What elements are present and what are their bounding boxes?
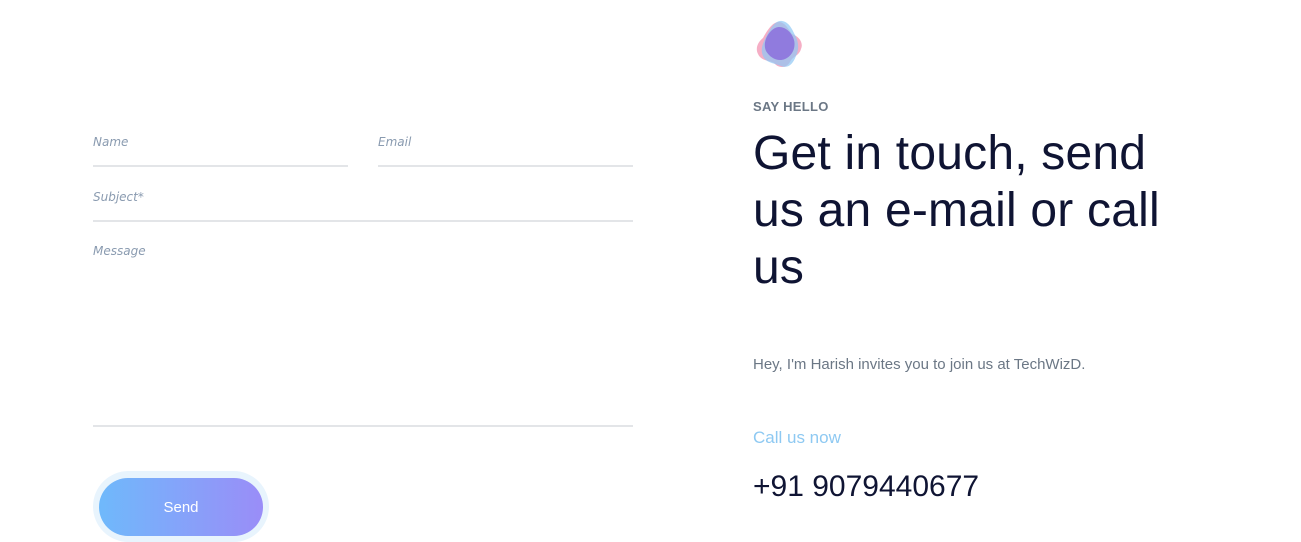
message-field[interactable] (93, 244, 633, 414)
eyebrow-label: SAY HELLO (753, 99, 829, 114)
email-field-wrapper (378, 134, 633, 167)
subject-field-wrapper (93, 189, 633, 222)
phone-number-link[interactable]: +91 9079440677 (753, 470, 979, 504)
page-title: Get in touch, send us an e-mail or call … (753, 127, 1160, 294)
message-field-wrapper (93, 244, 633, 427)
call-us-link[interactable]: Call us now (753, 428, 841, 448)
intro-text: Hey, I'm Harish invites you to join us a… (753, 356, 1086, 373)
subject-field[interactable] (93, 189, 633, 205)
name-field-wrapper (93, 134, 348, 167)
contact-form: Send (93, 0, 633, 542)
send-button-halo: Send (93, 471, 269, 542)
email-field[interactable] (378, 134, 633, 150)
name-field[interactable] (93, 134, 348, 150)
contact-page: Send SAY HELLO Get in touch, send us an … (0, 0, 1301, 542)
blob-star-logo-icon (756, 20, 802, 67)
send-button[interactable]: Send (99, 478, 263, 536)
